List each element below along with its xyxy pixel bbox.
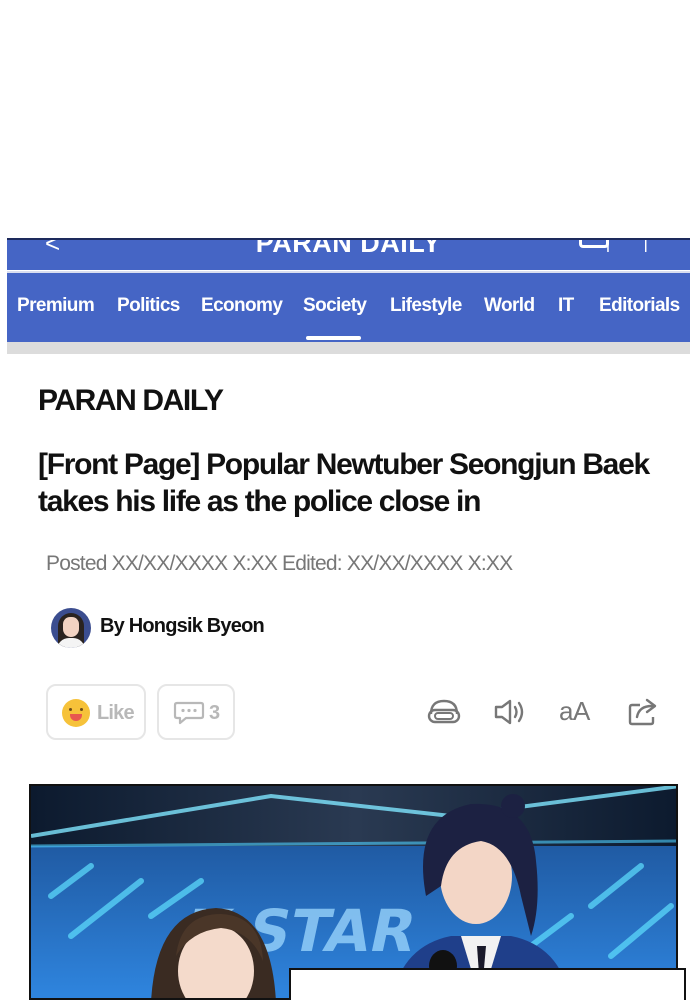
headset-icon[interactable]	[425, 696, 463, 728]
like-button[interactable]: Like	[46, 684, 146, 740]
comment-bubble-icon	[173, 701, 205, 725]
active-tab-indicator	[306, 336, 361, 340]
share-icon[interactable]	[627, 696, 661, 728]
speech-caption-box	[289, 968, 686, 1000]
author-byline[interactable]: By Hongsik Byeon	[100, 615, 265, 638]
webtoon-panel-frame: < PARAN DAILY | | Premium Politics Econo…	[7, 238, 690, 1000]
tab-politics[interactable]: Politics	[117, 295, 180, 317]
speaker-icon[interactable]	[493, 696, 527, 728]
author-avatar[interactable]	[51, 608, 91, 648]
article-headline: [Front Page] Popular Newtuber Seongjun B…	[38, 448, 650, 518]
like-label: Like	[97, 702, 135, 724]
category-nav: Premium Politics Economy Society Lifesty…	[7, 271, 690, 342]
tab-editorials[interactable]: Editorials	[599, 295, 680, 317]
tab-premium[interactable]: Premium	[17, 295, 95, 317]
nav-shadow	[7, 342, 690, 354]
tab-world[interactable]: World	[484, 295, 535, 317]
tab-economy[interactable]: Economy	[201, 295, 283, 317]
app-header: < PARAN DAILY | |	[7, 238, 690, 270]
tab-lifestyle[interactable]: Lifestyle	[390, 295, 462, 317]
tab-it[interactable]: IT	[558, 295, 574, 317]
header-tools-icon[interactable]: | |	[606, 240, 662, 253]
comment-button[interactable]: 3	[157, 684, 235, 740]
tab-society[interactable]: Society	[303, 295, 367, 317]
comment-count: 3	[209, 702, 220, 724]
post-timestamp: Posted XX/XX/XXXX X:XX Edited: XX/XX/XXX…	[46, 552, 513, 575]
font-size-button[interactable]: aA	[559, 696, 590, 727]
smile-icon	[62, 699, 90, 727]
paper-name: PARAN DAILY	[38, 384, 224, 417]
header-menu-icon[interactable]	[579, 240, 609, 248]
